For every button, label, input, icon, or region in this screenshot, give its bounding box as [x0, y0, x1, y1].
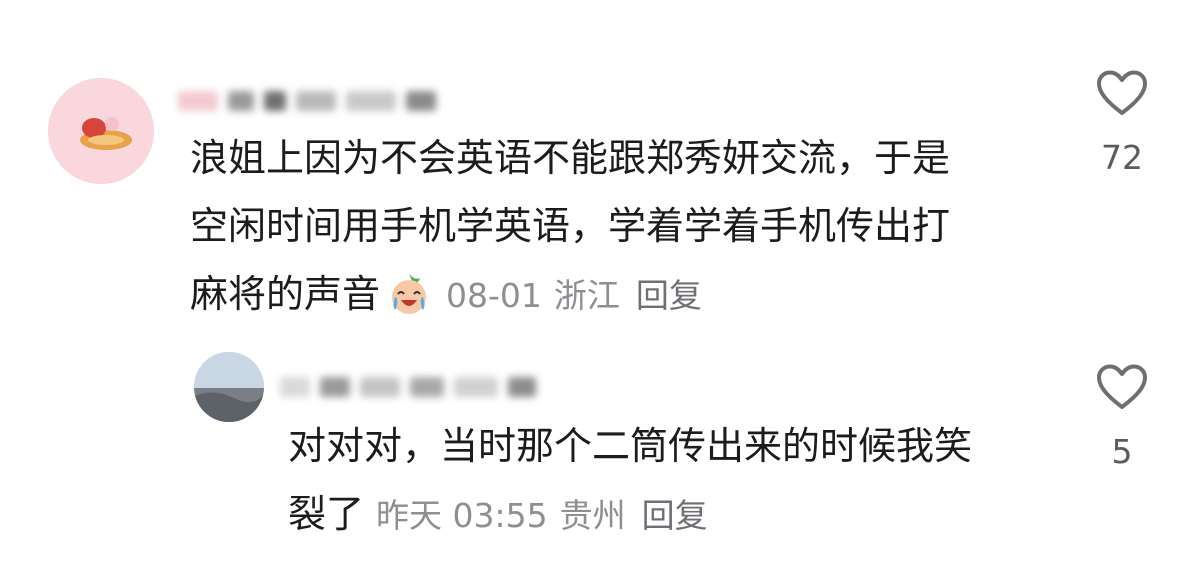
like-button[interactable]: 5 — [1077, 364, 1167, 471]
comment-date: 昨天 03:55 — [376, 496, 548, 535]
reply-button[interactable]: 回复 — [642, 496, 708, 535]
username[interactable] — [280, 374, 546, 400]
heart-icon[interactable] — [1096, 364, 1148, 410]
like-count: 5 — [1111, 432, 1133, 471]
reply-item: 对对对，当时那个二筒传出来的时候我笑 裂了 昨天 03:55 贵州 回复 5 — [0, 0, 1200, 566]
avatar-image — [194, 352, 264, 422]
comment-text-line: 裂了 昨天 03:55 贵州 回复 — [288, 492, 708, 536]
comment-location: 贵州 — [559, 496, 626, 535]
avatar[interactable] — [194, 352, 264, 422]
comment-text: 对对对，当时那个二筒传出来的时候我笑 裂了 昨天 03:55 贵州 回复 — [288, 412, 972, 548]
comment-text-line: 对对对，当时那个二筒传出来的时候我笑 — [288, 424, 973, 468]
